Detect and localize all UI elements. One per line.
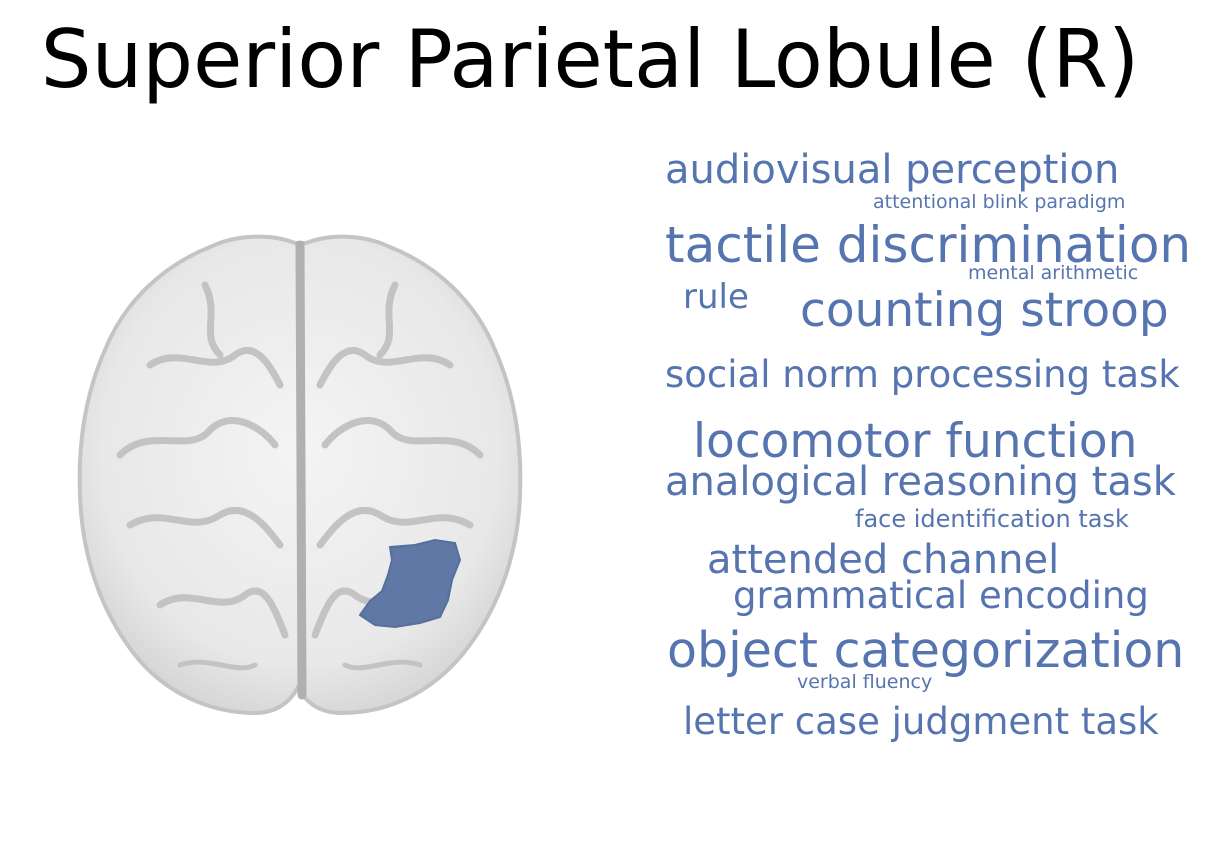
term-label: face identification task [855,505,1129,533]
term-label: rule [683,277,749,317]
term-label: letter case judgment task [683,700,1159,743]
term-label: grammatical encoding [733,574,1149,617]
term-label: locomotor function [693,414,1138,469]
term-label: verbal fluency [797,671,933,693]
term-label: attentional blink paradigm [873,191,1126,213]
term-label: analogical reasoning task [665,459,1176,505]
term-label: social norm processing task [665,353,1180,396]
term-label: counting stroop [800,283,1169,338]
term-label: mental arithmetic [968,262,1139,284]
term-word-cloud: audiovisual perception attentional blink … [0,0,1215,850]
term-label: object categorization [667,622,1185,679]
term-label: audiovisual perception [665,147,1120,193]
